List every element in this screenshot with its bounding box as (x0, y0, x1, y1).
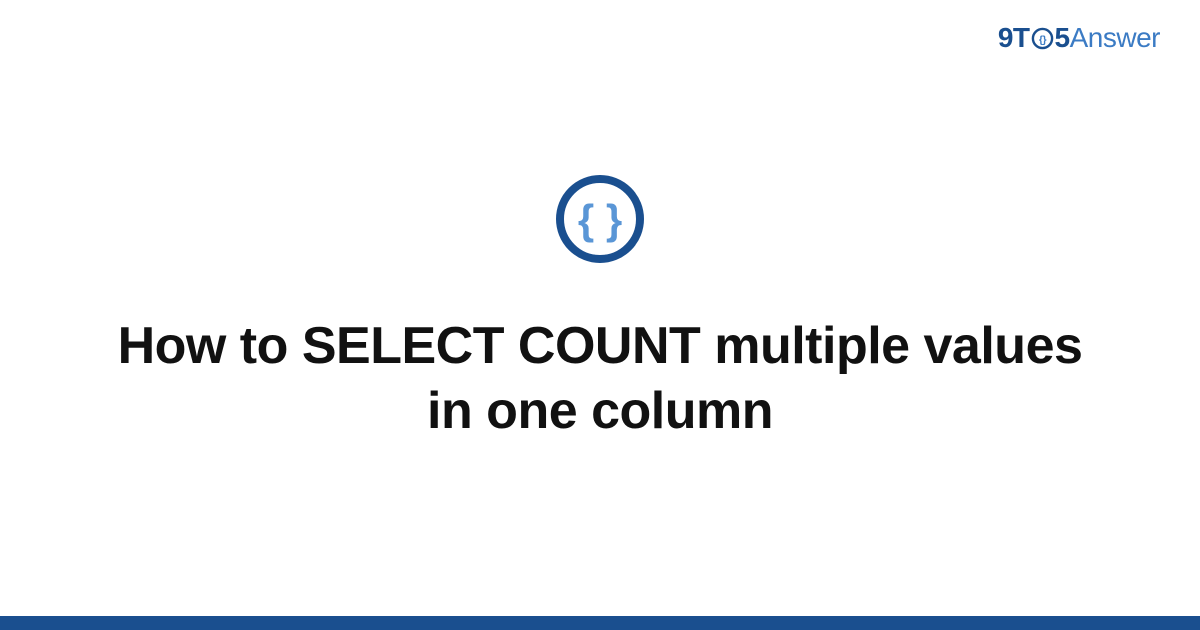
svg-text:{ }: { } (578, 196, 622, 243)
footer-accent-bar (0, 616, 1200, 630)
main-content: { } How to SELECT COUNT multiple values … (0, 0, 1200, 616)
code-braces-icon: { } (554, 173, 646, 270)
page-title: How to SELECT COUNT multiple values in o… (100, 314, 1100, 444)
